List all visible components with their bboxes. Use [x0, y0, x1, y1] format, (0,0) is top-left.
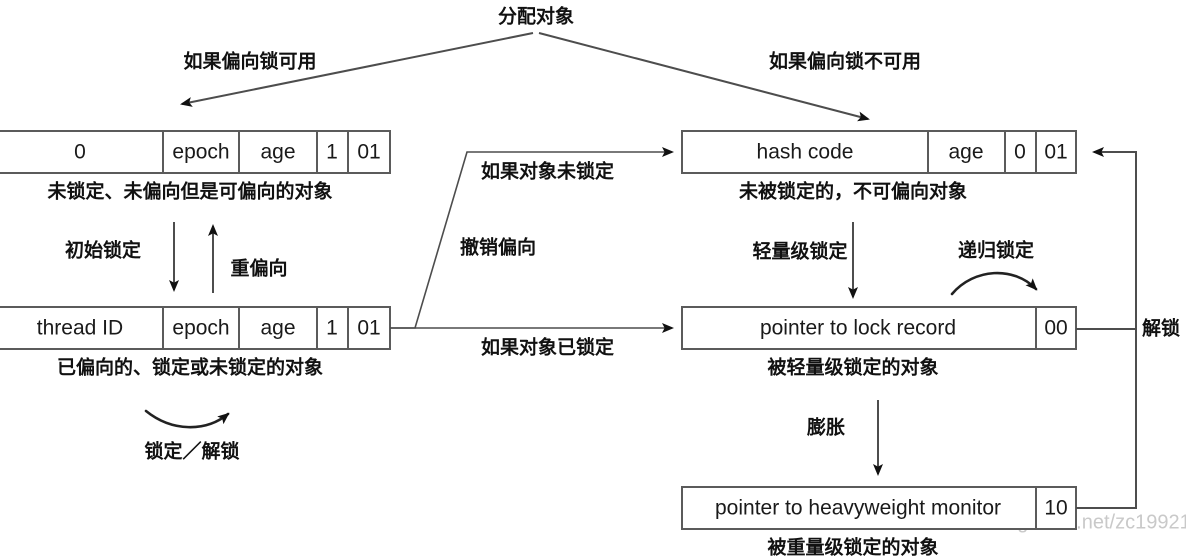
- biased-cell-4: 01: [357, 317, 380, 340]
- label-bias-unavailable: 如果偏向锁不可用: [769, 50, 921, 73]
- markword-box-biasable: 0 epoch age 1 01: [0, 130, 391, 174]
- lightweight-cell-1: 00: [1044, 317, 1067, 340]
- lightweight-cell-0: pointer to lock record: [760, 317, 956, 340]
- biasable-cell-2: age: [260, 141, 295, 164]
- biased-cell-1: epoch: [172, 317, 229, 340]
- markword-box-unlocked: hash code age 0 01: [681, 130, 1077, 174]
- label-inflate: 膨胀: [806, 416, 845, 439]
- label-lightweight-lock: 轻量级锁定: [752, 240, 847, 263]
- heavyweight-cell-0: pointer to heavyweight monitor: [715, 497, 1001, 520]
- label-if-object-unlocked: 如果对象未锁定: [481, 160, 614, 183]
- caption-lightweight: 被轻量级锁定的对象: [767, 356, 938, 379]
- biasable-cell-1: epoch: [172, 141, 229, 164]
- heavyweight-cell-1: 10: [1044, 497, 1067, 520]
- label-revoke-bias: 撤销偏向: [460, 236, 536, 259]
- caption-unlocked: 未被锁定的，不可偏向对象: [738, 180, 967, 203]
- label-if-object-locked: 如果对象已锁定: [481, 336, 614, 359]
- biased-cell-3: 1: [326, 317, 338, 340]
- lock-state-diagram: /blog.csdn.net/zc19921215 分配对象 如果偏向锁可用 如…: [0, 0, 1186, 560]
- lock-unlock-loop-arrow: [144, 409, 230, 429]
- unlocked-cell-3: 01: [1044, 141, 1067, 164]
- unlocked-cell-1: age: [948, 141, 983, 164]
- label-unlock: 解锁: [1142, 317, 1180, 340]
- unlocked-cell-2: 0: [1014, 141, 1026, 164]
- markword-box-biased: thread ID epoch age 1 01: [0, 306, 391, 350]
- markword-box-heavyweight: pointer to heavyweight monitor 10: [681, 486, 1077, 530]
- label-recursive-lock: 递归锁定: [958, 239, 1034, 262]
- biased-cell-2: age: [260, 317, 295, 340]
- caption-biasable: 未锁定、未偏向但是可偏向的对象: [46, 180, 332, 203]
- label-rebias: 重偏向: [230, 257, 287, 280]
- label-initial-lock: 初始锁定: [65, 239, 141, 262]
- caption-heavyweight: 被重量级锁定的对象: [767, 536, 938, 559]
- label-bias-available: 如果偏向锁可用: [183, 50, 316, 73]
- unlocked-cell-0: hash code: [757, 141, 854, 164]
- biasable-cell-4: 01: [357, 141, 380, 164]
- recursive-lock-loop-arrow: [950, 271, 1038, 296]
- label-lock-unlock: 锁定／解锁: [144, 440, 239, 463]
- caption-biased: 已偏向的、锁定或未锁定的对象: [57, 356, 323, 379]
- markword-box-lightweight: pointer to lock record 00: [681, 306, 1077, 350]
- unlock-return-path: [1076, 147, 1137, 509]
- allocate-branch-arrows: [180, 32, 870, 122]
- biasable-cell-0: 0: [74, 141, 86, 164]
- biasable-cell-3: 1: [326, 141, 338, 164]
- biased-cell-0: thread ID: [37, 317, 123, 340]
- label-allocate-object: 分配对象: [498, 5, 574, 28]
- diagram-canvas: /blog.csdn.net/zc19921215 分配对象 如果偏向锁可用 如…: [0, 5, 1186, 559]
